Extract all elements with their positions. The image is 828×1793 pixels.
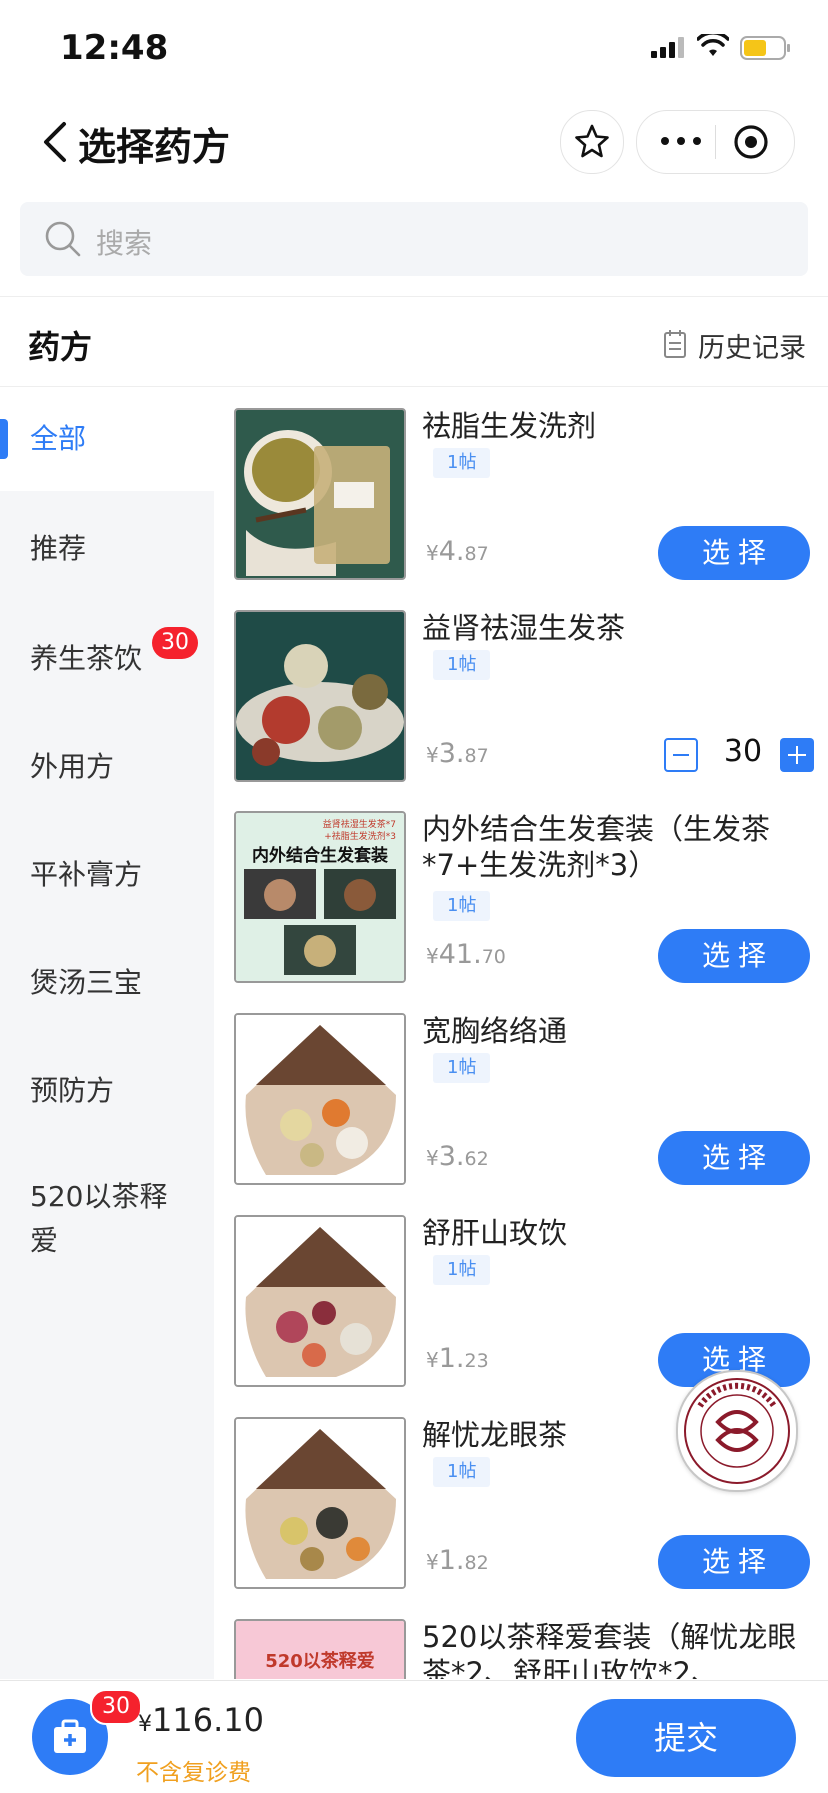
image-title: 520以茶释爱 [265,1650,375,1672]
product-price: ¥3.87 [426,738,489,769]
category-520-tea[interactable]: 520以茶释爱 [0,1175,214,1267]
product-tag: 1帖 [433,1457,491,1487]
wifi-icon [697,34,729,56]
increase-button[interactable] [780,738,814,772]
product-name: 舒肝山玫饮 [422,1216,568,1250]
category-recommended[interactable]: 推荐 [0,527,214,571]
category-health-tea[interactable]: 养生茶饮 30 [0,627,214,681]
select-button[interactable]: 选择 [658,1131,810,1185]
category-all[interactable]: 全部 [0,387,214,491]
mini-program-capsule [636,110,795,174]
product-image [234,1417,406,1589]
divider [0,296,828,297]
image-caption-line1: 益肾祛湿生发茶*7 [323,818,396,830]
product-image [234,408,406,580]
select-button[interactable]: 选择 [658,526,810,580]
product-name: 祛脂生发洗剂 [422,409,597,443]
product-image: 520以茶释爱 [234,1619,406,1679]
cellular-signal-icon [651,37,684,58]
chevron-left-icon[interactable] [36,118,76,166]
star-icon [575,124,609,158]
category-label: 外用方 [30,750,115,783]
product-item[interactable]: 舒肝山玫饮 1帖 ¥1.23 选择 [234,1215,814,1391]
navigation-bar: 选择药方 [0,96,828,188]
product-item[interactable]: 520以茶释爱 520以茶释爱套装（解忧龙眼茶*2、舒肝山玫饮*2、… [234,1619,814,1679]
product-name: 宽胸络络通 [422,1014,568,1048]
product-price: ¥1.23 [426,1343,489,1374]
product-item[interactable]: 祛脂生发洗剂 1帖 ¥4.87 选择 [234,408,814,584]
quantity-value: 30 [723,734,763,769]
status-bar: 12:48 [0,0,828,96]
product-image [234,1215,406,1387]
product-tag: 1帖 [433,650,491,680]
product-price: ¥3.62 [426,1141,489,1172]
status-time: 12:48 [60,28,169,68]
history-label: 历史记录 [698,333,806,364]
total-price: ¥116.10 [138,1701,264,1739]
record-icon[interactable] [733,124,769,160]
active-indicator [0,419,8,459]
product-name: 520以茶释爱套装（解忧龙眼茶*2、舒肝山玫饮*2、… [422,1620,797,1679]
select-button[interactable]: 选择 [658,1535,810,1589]
search-input[interactable]: 搜索 [20,202,808,276]
category-label: 520以茶释爱 [30,1180,168,1257]
image-title: 内外结合生发套装 [252,845,388,866]
page-title: 选择药方 [78,125,231,169]
fee-note: 不含复诊费 [136,1760,251,1786]
product-price: ¥41.70 [426,939,506,970]
product-tag: 1帖 [433,891,491,921]
checkout-bar: 30 ¥116.10 不含复诊费 提交 [0,1680,828,1793]
product-name: 内外结合生发套装（生发茶*7+生发洗剂*3） [422,812,771,882]
product-item[interactable]: 益肾祛湿生发茶 1帖 ¥3.87 30 [234,610,814,786]
search-icon [45,221,81,257]
image-caption-line2: +祛脂生发洗剂*3 [324,830,396,842]
product-image: 益肾祛湿生发茶*7 +祛脂生发洗剂*3 内外结合生发套装 [234,811,406,983]
calendar-icon [664,330,686,358]
product-item[interactable]: 宽胸络络通 1帖 ¥3.62 选择 [234,1013,814,1189]
product-tag: 1帖 [433,1255,491,1285]
product-image [234,610,406,782]
product-tag: 1帖 [433,1053,491,1083]
category-label: 煲汤三宝 [30,966,143,999]
category-label: 全部 [30,422,87,455]
section-title: 药方 [28,328,93,366]
product-image [234,1013,406,1185]
search-placeholder: 搜索 [96,227,153,260]
category-external[interactable]: 外用方 [0,745,214,789]
product-item[interactable]: 益肾祛湿生发茶*7 +祛脂生发洗剂*3 内外结合生发套装 内外结合生发套装（生发… [234,811,814,987]
category-label: 平补膏方 [30,858,143,891]
submit-button[interactable]: 提交 [576,1699,796,1777]
capsule-divider [715,125,716,159]
product-name: 益肾祛湿生发茶 [422,611,626,645]
category-label: 预防方 [30,1074,115,1107]
product-tag: 1帖 [433,448,491,478]
category-label: 养生茶饮 [30,642,143,675]
product-price: ¥1.82 [426,1545,489,1576]
cart-count-badge: 30 [90,1689,142,1725]
quantity-stepper[interactable]: 30 [664,734,814,776]
category-prevention[interactable]: 预防方 [0,1069,214,1113]
battery-icon [740,36,790,60]
select-button[interactable]: 选择 [658,929,810,983]
category-tonic-paste[interactable]: 平补膏方 [0,853,214,897]
category-soup[interactable]: 煲汤三宝 [0,961,214,1005]
hospital-logo [676,1370,798,1492]
more-dots-icon[interactable] [659,121,703,161]
category-count-badge: 30 [152,627,198,659]
favorite-button[interactable] [560,110,624,174]
product-price: ¥4.87 [426,536,489,567]
decrease-button[interactable] [664,738,698,772]
category-label: 推荐 [30,532,87,565]
category-sidebar: 全部 推荐 养生茶饮 30 外用方 平补膏方 煲汤三宝 预防方 520以茶释爱 [0,387,214,1679]
